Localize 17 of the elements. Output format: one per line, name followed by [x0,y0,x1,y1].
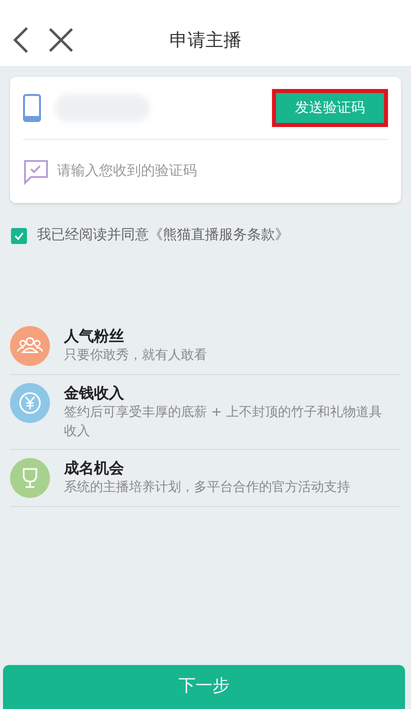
phone-icon [23,94,41,122]
close-icon[interactable] [48,27,74,53]
feature-description: 签约后可享受丰厚的底薪 + 上不封顶的竹子和礼物道具收入 [64,404,384,441]
back-icon[interactable] [12,26,30,54]
agreement-checkbox[interactable] [11,228,27,244]
code-input-field[interactable]: 请输入您收到的验证码 [57,161,388,182]
feature-description: 只要你敢秀，就有人敢看 [64,347,208,365]
feature-title: 金钱收入 [64,383,125,403]
feature-description: 系统的主播培养计划，多平台合作的官方活动支持 [64,479,351,497]
send-code-button[interactable]: 发送验证码 [276,93,384,123]
next-button[interactable]: 下一步 [3,665,405,709]
checkmark-icon [13,230,25,242]
agreement-text[interactable]: 我已经阅读并同意《熊猫直播服务条款》 [37,225,289,246]
page-title: 申请主播 [170,28,242,52]
message-icon [23,158,49,184]
feature-title: 成名机会 [64,458,125,478]
feature-title: 人气粉丝 [64,326,125,346]
